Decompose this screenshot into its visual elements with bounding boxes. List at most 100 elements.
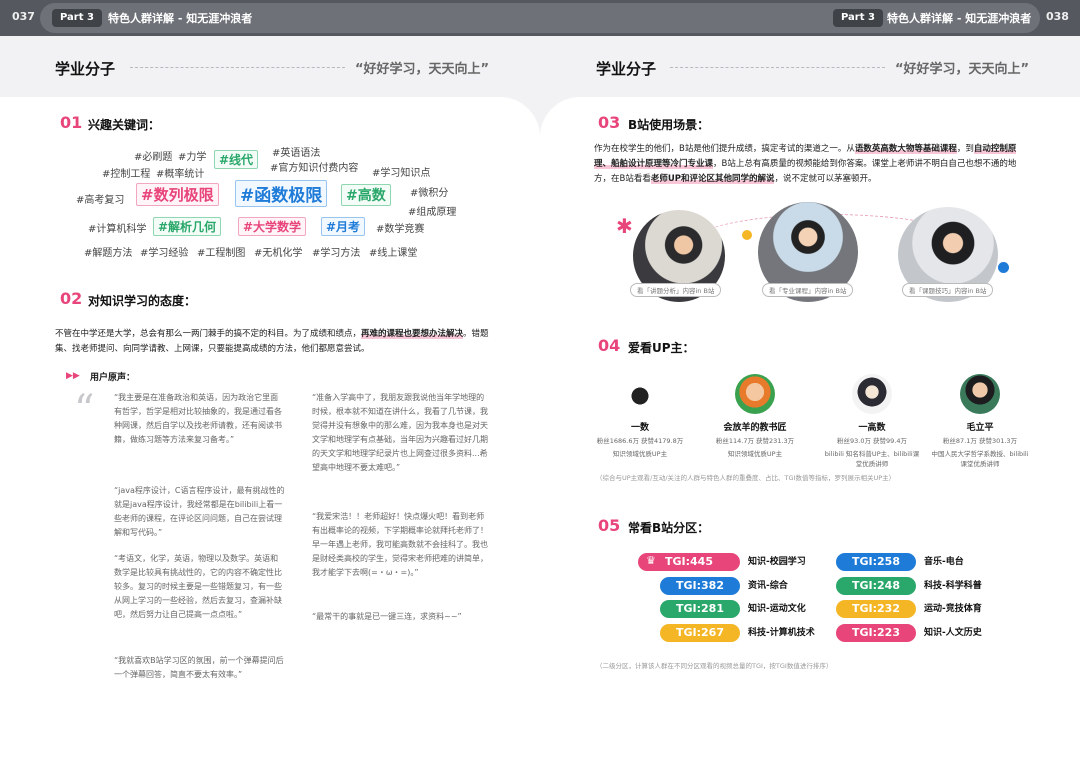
keyword: #线上课堂 <box>369 248 418 259</box>
zone-name: 运动-竞技体育 <box>924 604 982 614</box>
scene-caption: 看「讲题分析」内容in B站 <box>630 283 722 297</box>
tgi-pill: TGI:281 <box>660 600 740 618</box>
keyword: #微积分 <box>410 188 449 199</box>
section-02-paragraph: 不管在中学还是大学，总会有那么一两门棘手的搞不定的科目。为了成绩和绩点，再难的课… <box>55 329 489 354</box>
keyword: #官方知识付费内容 <box>270 163 359 174</box>
keyword-highlight: #解析几何 <box>153 217 222 236</box>
keyword: #工程制图 <box>197 248 246 259</box>
keyword: #必刷题 <box>134 152 173 163</box>
up-desc: bilibili 知名科普UP主、bilibili课堂优质讲师 <box>824 450 920 468</box>
section-02-number: 02 <box>60 289 83 308</box>
section-05-title: 常看B站分区： <box>628 521 710 535</box>
avatar <box>620 374 660 414</box>
up-note: （综合与UP主观看/互动/关注的人群与特色人群的重叠度、占比、TGI数值等指标，… <box>596 474 896 482</box>
user-quote: “考语文，化学，英语，物理以及数学。英语和数学是比较具有挑战性的，它的内容不确定… <box>114 554 282 619</box>
keyword: #概率统计 <box>156 169 205 180</box>
keyword: #数学竞赛 <box>376 224 425 235</box>
highlight: 语数英高数大物等基础课程 <box>854 144 957 154</box>
highlight: 再难的课程也要想办法解决 <box>361 329 464 339</box>
up-name: 一高数 <box>858 423 886 433</box>
zone-note: （二级分区，计算该人群在不同分区观看的视频总量的TGI，按TGI数值进行排序） <box>596 662 833 670</box>
up-desc: 知识领域优质UP主 <box>727 450 783 458</box>
section-01-number: 01 <box>60 113 83 132</box>
section-03-title: B站使用场景： <box>628 118 710 132</box>
up-card[interactable]: 一高数 粉丝93.0万 获赞99.4万 bilibili 知名科普UP主、bil… <box>822 374 922 469</box>
scene-caption: 看「专业课程」内容in B站 <box>762 283 854 297</box>
section-03-paragraph: 作为在校学生的他们，B站是他们提升成绩，搞定考试的渠道之一。从语数英高数大物等基… <box>594 144 1017 184</box>
right-page-number: 038 <box>1046 10 1069 23</box>
quote-mark-icon: “ <box>74 387 95 433</box>
part-badge-left: Part 3 <box>52 9 102 27</box>
keyword: #高考复习 <box>76 195 125 206</box>
user-quote: “我就喜欢B站学习区的氛围，前一个弹幕提问后一个弹幕回答，简直不要太有效率。” <box>114 656 284 679</box>
user-quote: “准备入学高中了，我朋友跟我说他当年学地理的时候，根本就不知道在讲什么，我看了几… <box>312 393 488 472</box>
user-quote: “最常干的事就是已一键三连，求资料~~” <box>312 612 462 621</box>
user-quote: “java程序设计，C语言程序设计，最有挑战性的就是java程序设计，我经常都是… <box>114 486 285 537</box>
avatar <box>960 374 1000 414</box>
right-page-title: 学业分子 <box>596 60 657 78</box>
avatar <box>735 374 775 414</box>
up-name: 一数 <box>630 423 649 433</box>
keyword: #学习经验 <box>140 248 189 259</box>
section-02-title: 对知识学习的态度： <box>88 294 197 308</box>
up-desc: 知识领域优质UP主 <box>612 450 668 458</box>
zone-name: 科技-计算机技术 <box>748 628 815 638</box>
highlight: 老师UP和评论区其他同学的解说 <box>650 174 775 184</box>
up-stats: 粉丝93.0万 获赞99.4万 <box>836 437 907 445</box>
keyword: #力学 <box>178 152 207 163</box>
keyword-highlight: #线代 <box>214 150 259 169</box>
zone-name: 知识-校园学习 <box>748 557 806 567</box>
section-04-title: 爱看UP主： <box>628 341 695 355</box>
tgi-pill: TGI:232 <box>836 600 916 618</box>
up-name: 毛立平 <box>966 423 994 433</box>
up-stats: 粉丝87.1万 获赞301.3万 <box>942 437 1018 445</box>
tgi-pill: TGI:267 <box>660 624 740 642</box>
keyword-highlight: #函数极限 <box>235 180 328 207</box>
left-page-title: 学业分子 <box>55 60 116 78</box>
zone-name: 知识-运动文化 <box>748 604 806 614</box>
keyword: #无机化学 <box>254 248 303 259</box>
up-desc: 中国人民大学哲学系教授、bilibili课堂优质讲师 <box>931 450 1029 468</box>
top-bar: 037 Part 3 特色人群详解 - 知无涯冲浪者 Part 3 特色人群详解… <box>0 0 1080 36</box>
up-stats: 粉丝114.7万 获赞231.3万 <box>715 437 795 445</box>
keyword: #学习方法 <box>312 248 361 259</box>
tgi-pill: TGI:382 <box>660 577 740 595</box>
keyword: #英语语法 <box>272 148 321 159</box>
user-voice-label: 用户原声： <box>90 373 136 383</box>
keyword: #解题方法 <box>84 248 133 259</box>
tgi-pill: TGI:258 <box>836 553 916 571</box>
crown-icon: ♛ <box>646 554 656 567</box>
section-title-right: 特色人群详解 - 知无涯冲浪者 <box>887 12 1032 25</box>
keyword: #组成原理 <box>408 207 457 218</box>
sparkle-icon: ✱ <box>616 214 633 238</box>
section-04-number: 04 <box>598 336 621 355</box>
left-page-number: 037 <box>12 10 35 23</box>
up-card[interactable]: 会放羊的教书匠 粉丝114.7万 获赞231.3万 知识领域优质UP主 <box>705 374 805 459</box>
right-header-divider <box>670 67 885 68</box>
keyword-highlight: #月考 <box>321 217 366 236</box>
keyword: #控制工程 <box>102 169 151 180</box>
zone-name: 音乐-电台 <box>924 557 964 567</box>
left-page-quote: “好好学习，天天向上” <box>355 62 490 77</box>
zone-name: 资讯-综合 <box>748 581 788 591</box>
yellow-dot <box>742 230 752 240</box>
avatar <box>852 374 892 414</box>
scene-caption: 看「课题技巧」内容in B站 <box>902 283 994 297</box>
keyword-highlight: #数列极限 <box>136 183 219 206</box>
left-header-divider <box>130 67 345 68</box>
section-03-number: 03 <box>598 113 621 132</box>
user-quote: “我爱宋浩！！老师超好！快点爆火吧！看到老师有出概率论的视频，下学期概率论就拜托… <box>312 512 488 577</box>
voice-arrow-icon: ▶▶ <box>66 371 80 381</box>
tgi-pill: TGI:223 <box>836 624 916 642</box>
blue-dot <box>998 262 1009 273</box>
up-card[interactable]: 一数 粉丝1686.6万 获赞4179.8万 知识领域优质UP主 <box>590 374 690 459</box>
up-card[interactable]: 毛立平 粉丝87.1万 获赞301.3万 中国人民大学哲学系教授、bilibil… <box>930 374 1030 469</box>
up-name: 会放羊的教书匠 <box>723 423 787 433</box>
keyword: #计算机科学 <box>88 224 147 235</box>
keyword: #学习知识点 <box>372 168 431 179</box>
section-title-left: 特色人群详解 - 知无涯冲浪者 <box>108 12 253 25</box>
part-badge-right: Part 3 <box>833 9 883 27</box>
keyword-highlight: #高数 <box>341 184 391 206</box>
tgi-pill: TGI:248 <box>836 577 916 595</box>
section-01-title: 兴趣关键词： <box>88 118 161 132</box>
